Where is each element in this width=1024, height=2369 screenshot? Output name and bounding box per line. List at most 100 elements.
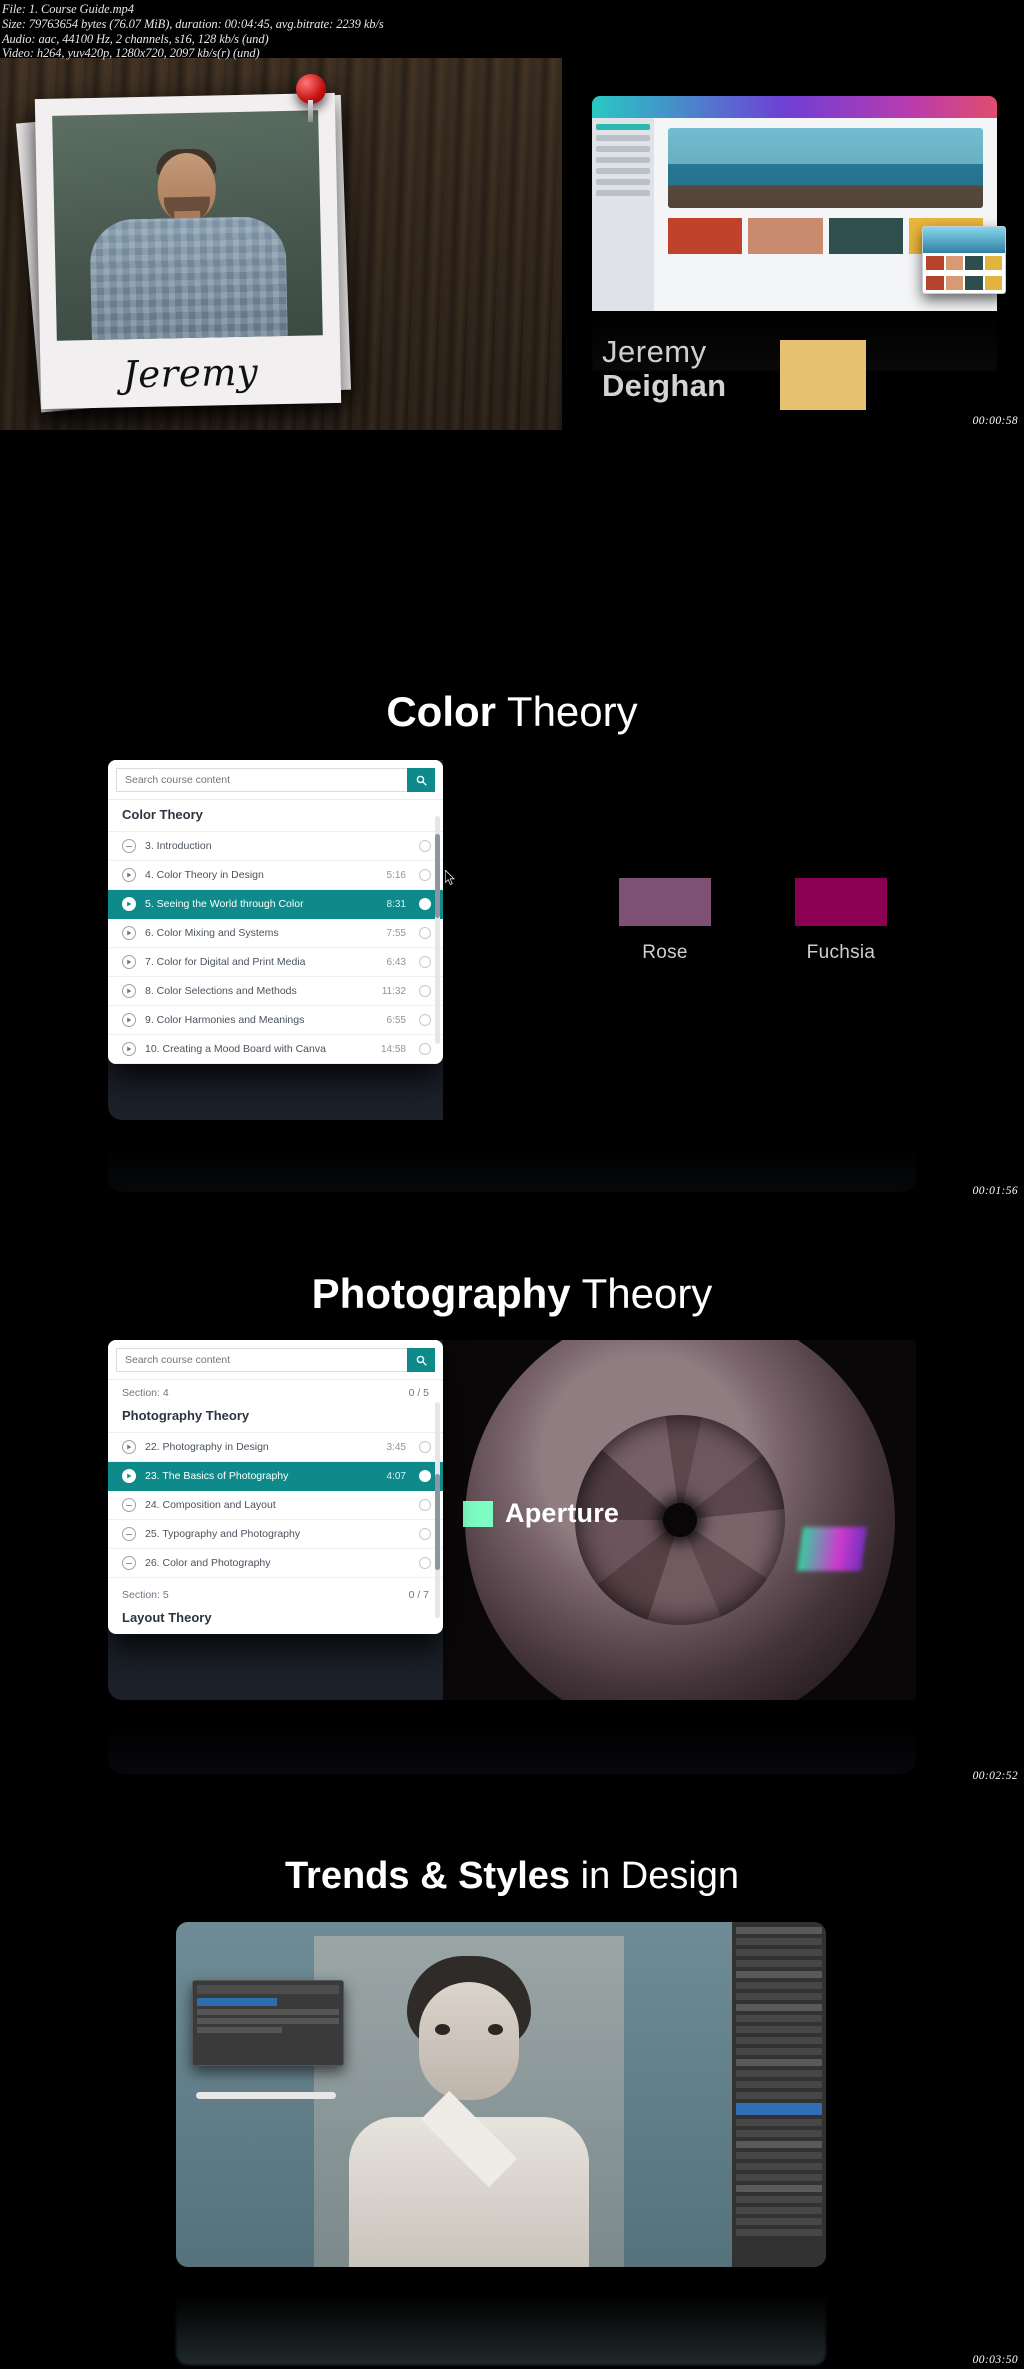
lesson-complete-toggle[interactable] — [419, 956, 431, 968]
color-stage-reflection — [108, 1122, 916, 1192]
panel-scroll-thumb[interactable] — [435, 834, 440, 918]
lesson-complete-toggle[interactable] — [419, 985, 431, 997]
mint-accent-block — [463, 1500, 493, 1527]
play-icon[interactable] — [122, 926, 136, 940]
title-light: in Design — [570, 1855, 740, 1897]
lesson-list-photo: 22. Photography in Design 3:45 23. The Bas… — [108, 1432, 443, 1578]
lesson-title: 9. Color Harmonies and Meanings — [145, 1014, 305, 1026]
floating-palette-window — [922, 226, 1006, 294]
lesson-complete-toggle[interactable] — [419, 1470, 431, 1482]
play-icon[interactable] — [122, 868, 136, 882]
instructor-last-name: Deighan — [602, 367, 727, 403]
swatch-color-block — [619, 878, 711, 926]
collapse-icon[interactable] — [122, 1556, 136, 1570]
browser-gradient-bar — [592, 96, 997, 118]
lesson-row[interactable]: 10. Creating a Mood Board with Canva 14:5… — [108, 1035, 443, 1064]
photo-editor-mockup — [176, 1922, 826, 2267]
lens-flare — [796, 1527, 868, 1572]
swatch-label: Fuchsia — [806, 942, 876, 963]
play-icon[interactable] — [122, 897, 136, 911]
collapse-icon[interactable] — [122, 1527, 136, 1541]
group-title: Photography Theory — [122, 1408, 250, 1423]
lesson-row[interactable]: 3. Introduction — [108, 832, 443, 861]
course-content-panel[interactable]: Color Theory 3. Introduction 4. Color The… — [108, 760, 443, 1064]
lesson-row[interactable]: 23. The Basics of Photography 4:07 — [108, 1462, 443, 1491]
polaroid-signature: Jeremy — [122, 350, 259, 397]
lesson-complete-toggle[interactable] — [419, 1014, 431, 1026]
section-title-photography-theory: Photography Theory — [0, 1270, 1024, 1318]
aperture-opening — [662, 1503, 697, 1537]
lesson-complete-toggle[interactable] — [419, 898, 431, 910]
search-input[interactable] — [116, 1348, 407, 1372]
lesson-complete-toggle[interactable] — [419, 1441, 431, 1453]
panel-scroll-thumb[interactable] — [435, 1474, 440, 1570]
lesson-duration: 8:31 — [386, 898, 406, 910]
dialog-line — [197, 2027, 283, 2033]
palette-swatch — [984, 276, 1002, 290]
section-title-color-theory: Color Theory — [0, 688, 1024, 736]
search-button[interactable] — [407, 768, 435, 792]
child-portrait-photo — [314, 1936, 624, 2267]
photography-stage-reflection — [108, 1702, 916, 1774]
editor-slider[interactable] — [196, 2092, 336, 2099]
play-icon[interactable] — [122, 955, 136, 969]
play-icon[interactable] — [122, 1440, 136, 1454]
lesson-complete-toggle[interactable] — [419, 1528, 431, 1540]
search-button[interactable] — [407, 1348, 435, 1372]
dialog-input[interactable] — [197, 1998, 277, 2006]
palette-swatch — [828, 218, 903, 254]
meta-audio-line: Audio: aac, 44100 Hz, 2 channels, s16, 1… — [2, 31, 269, 46]
search-row[interactable] — [108, 760, 443, 799]
panel-scrollbar[interactable] — [435, 1402, 440, 1618]
lesson-row[interactable]: 25. Typography and Photography — [108, 1520, 443, 1549]
lesson-complete-toggle[interactable] — [419, 1557, 431, 1569]
frame-timestamp: 00:01:56 — [972, 1185, 1018, 1197]
lesson-row[interactable]: 24. Composition and Layout — [108, 1491, 443, 1520]
palette-swatch — [984, 256, 1002, 270]
section-title-trends-styles: Trends & Styles in Design — [0, 1855, 1024, 1898]
lesson-title: 4. Color Theory in Design — [145, 869, 264, 881]
collapse-icon[interactable] — [122, 1498, 136, 1512]
search-icon — [416, 775, 427, 786]
instructor-name: Jeremy Deighan — [602, 335, 727, 403]
lesson-row[interactable]: 8. Color Selections and Methods 11:32 — [108, 977, 443, 1006]
frame-timestamp: 00:03:50 — [972, 2354, 1018, 2366]
lesson-title: 8. Color Selections and Methods — [145, 985, 297, 997]
play-icon[interactable] — [122, 1469, 136, 1483]
lesson-complete-toggle[interactable] — [419, 869, 431, 881]
lesson-row[interactable]: 9. Color Harmonies and Meanings 6:55 — [108, 1006, 443, 1035]
play-icon[interactable] — [122, 1042, 136, 1056]
lesson-title: 25. Typography and Photography — [145, 1528, 301, 1540]
lesson-row[interactable]: 6. Color Mixing and Systems 7:55 — [108, 919, 443, 948]
title-bold: Trends & Styles — [284, 1855, 571, 1897]
lesson-complete-toggle[interactable] — [419, 840, 431, 852]
lesson-row[interactable]: 4. Color Theory in Design 5:16 — [108, 861, 443, 890]
lesson-row[interactable]: 7. Color for Digital and Print Media 6:43 — [108, 948, 443, 977]
search-row[interactable] — [108, 1340, 443, 1379]
lesson-row[interactable]: 5. Seeing the World through Color 8:31 — [108, 890, 443, 919]
browser-sidebar — [592, 118, 654, 311]
search-input[interactable] — [116, 768, 407, 792]
play-icon[interactable] — [122, 984, 136, 998]
lesson-duration: 7:55 — [386, 927, 406, 939]
pushpin-icon — [296, 74, 326, 122]
collapse-icon[interactable] — [122, 839, 136, 853]
panel-scrollbar[interactable] — [435, 816, 440, 1044]
lesson-duration: 3:45 — [386, 1441, 406, 1453]
lesson-row[interactable]: 26. Color and Photography — [108, 1549, 443, 1578]
lesson-row[interactable]: 22. Photography in Design 3:45 — [108, 1433, 443, 1462]
lesson-duration: 6:55 — [386, 1014, 406, 1026]
lesson-duration: 5:16 — [386, 869, 406, 881]
float-thumb — [923, 227, 1005, 253]
editor-dialog[interactable] — [192, 1980, 344, 2066]
lesson-duration: 4:07 — [386, 1470, 406, 1482]
meta-size-line: Size: 79763654 bytes (76.07 MiB), durati… — [2, 16, 384, 31]
swatch-fuchsia: Fuchsia — [795, 878, 887, 964]
lesson-complete-toggle[interactable] — [419, 1043, 431, 1055]
course-content-panel[interactable]: Section: 4 0 / 5 Photography Theory 22. … — [108, 1340, 443, 1634]
play-icon[interactable] — [122, 1013, 136, 1027]
lesson-complete-toggle[interactable] — [419, 1499, 431, 1511]
search-icon — [416, 1355, 427, 1366]
lesson-complete-toggle[interactable] — [419, 927, 431, 939]
section-progress: 0 / 5 — [408, 1387, 429, 1399]
